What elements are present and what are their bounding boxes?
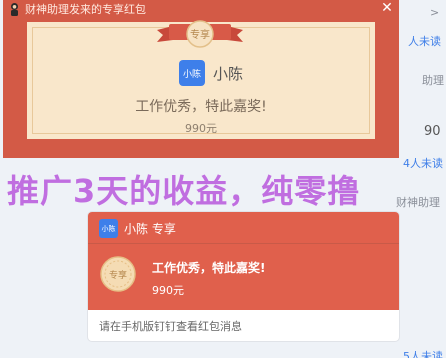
user-row: 小陈 小陈 (179, 60, 243, 86)
bubble-divider (88, 243, 399, 244)
bubble-avatar: 小陈 (99, 219, 118, 238)
popup-title: 财神助理发来的专享红包 (25, 3, 146, 16)
overlay-promo-text: 推广3天的收益，纯零撸 (7, 172, 361, 210)
bubble-praise: 工作优秀，特此嘉奖! (152, 261, 266, 275)
avatar: 小陈 (179, 60, 205, 86)
bubble-footer: 请在手机版钉钉查看红包消息 (99, 319, 242, 333)
red-packet-card[interactable]: 专享 小陈 小陈 工作优秀，特此嘉奖! 990元 (27, 20, 375, 139)
ribbon-text: 专享 (190, 28, 210, 41)
red-packet-message[interactable]: 小陈 小陈 专享 专享 工作优秀，特此嘉奖! 990元 请在手机版钉钉查看红包消… (87, 211, 400, 342)
popup-titlebar: 财神助理发来的专享红包 ✕ (3, 0, 399, 18)
ribbon-badge: 专享 (157, 20, 243, 48)
close-button[interactable]: ✕ (379, 0, 395, 16)
bg-assistant-label-2: 财神助理 (396, 196, 440, 209)
praise-text: 工作优秀，特此嘉奖! (135, 99, 267, 115)
bg-arrow: > (430, 6, 440, 19)
bg-unread-label-2: 4人未读 (403, 157, 443, 170)
amount-text: 990元 (185, 122, 217, 135)
user-name: 小陈 (213, 64, 244, 83)
bg-unread-label: 人未读 (408, 35, 441, 48)
bubble-red-section: 小陈 小陈 专享 专享 工作优秀，特此嘉奖! 990元 (88, 212, 399, 310)
bubble-header: 小陈 小陈 专享 (99, 219, 176, 238)
badge-text: 专享 (109, 269, 127, 281)
bubble-title: 小陈 专享 (124, 222, 176, 236)
exclusive-badge-icon: 专享 (100, 256, 136, 292)
god-of-wealth-icon (11, 3, 18, 16)
red-packet-popup: 财神助理发来的专享红包 ✕ 专享 小陈 小陈 工作优秀，特此嘉奖! 990元 (3, 0, 399, 158)
bg-number: 90 (424, 124, 441, 139)
bg-unread-label-3: 5人未读 (403, 350, 443, 358)
bg-assistant-label: 助理 (422, 74, 444, 87)
bubble-amount: 990元 (152, 284, 184, 297)
